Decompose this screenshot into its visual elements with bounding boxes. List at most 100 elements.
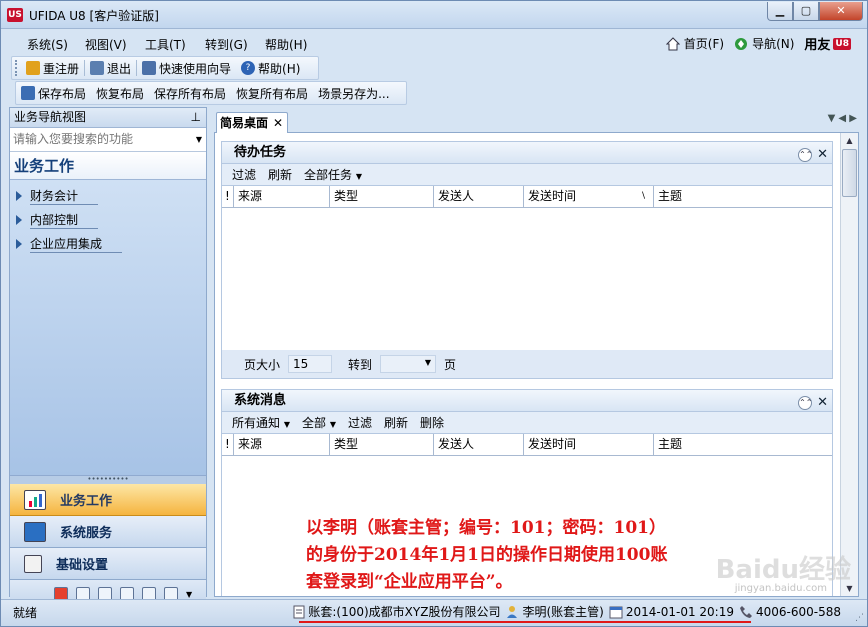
nav-business-work-button[interactable]: 业务工作 [10,484,206,516]
chart-icon [24,489,46,510]
save-scene-as-button[interactable]: 场景另存为... [313,82,394,104]
col-sender[interactable]: 发送人 [434,434,524,455]
expand-arrow-icon [16,191,22,201]
todo-panel: 待办任务 ⌃⌃ ✕ 过滤 刷新 全部任务 ▼ ! 来源 类型 发送人 发送时间 \… [221,141,833,379]
col-flag[interactable]: ! [222,434,234,455]
nav-item-label: 企业应用集成 [30,235,123,253]
nav-splitter[interactable]: •••••••••• [10,476,206,484]
collapse-icon[interactable]: ⌃⌃ [798,147,813,162]
close-icon[interactable]: ✕ [817,144,828,165]
all-dropdown[interactable]: 全部 ▼ [302,414,336,431]
todo-grid-body[interactable] [222,208,832,350]
close-icon[interactable]: ✕ [817,392,828,413]
watermark-url: jingyan.baidu.com [734,583,827,594]
title-bar[interactable]: US UFIDA U8 [客户验证版] ▁ ▢ ✕ [1,1,867,29]
todo-panel-toolbar: 过滤 刷新 全部任务 ▼ [222,164,832,186]
col-send-time[interactable]: 发送时间 \ [524,186,654,207]
brand-name: 用友 [804,38,831,53]
exit-label: 退出 [107,61,132,76]
gear-icon [24,554,42,573]
status-user: 李明(账套主管) [505,603,604,620]
all-notices-label: 所有通知 [232,416,281,430]
function-search-input[interactable] [13,132,183,146]
home-link[interactable]: 首页(F) [665,35,724,52]
exit-button[interactable]: 退出 [85,57,136,79]
msg-delete-button[interactable]: 删除 [420,414,444,431]
menu-goto[interactable]: 转到(G) [205,36,248,53]
nav-section-title: 业务工作 [10,152,206,180]
msg-refresh-button[interactable]: 刷新 [384,414,408,431]
nav-item-enterprise-integration[interactable]: 企业应用集成 [10,232,206,256]
nav-basic-settings-button[interactable]: 基础设置 [10,548,206,580]
help-button[interactable]: ? 帮助(H) [236,57,305,79]
navigate-link[interactable]: 导航(N) [734,35,794,52]
col-source[interactable]: 来源 [234,434,330,455]
col-sender[interactable]: 发送人 [434,186,524,207]
tab-scroll-arrows[interactable]: ▼ ◀ ▶ [828,113,857,124]
menu-system[interactable]: 系统(S) [27,36,68,53]
sort-icon: \ [641,191,645,201]
page-size-label: 页大小 [244,357,281,372]
goto-page-select[interactable]: ▼ [380,355,437,373]
nav-item-internal-control[interactable]: 内部控制 [10,208,206,232]
all-tasks-dropdown[interactable]: 全部任务 ▼ [304,166,362,183]
menu-tools[interactable]: 工具(T) [145,36,186,53]
tab-simple-desktop[interactable]: 简易桌面 ✕ [216,112,288,134]
calendar-icon [609,606,623,618]
col-subject[interactable]: 主题 [654,186,832,207]
menubar-right: 首页(F) 导航(N) 用友 U8 [665,34,851,53]
chevron-down-icon[interactable]: ▼ [196,128,202,151]
restore-layout-button[interactable]: 恢复布局 [91,82,149,104]
col-type[interactable]: 类型 [330,434,434,455]
navigate-icon [735,37,748,50]
exit-icon [90,61,105,75]
menu-view[interactable]: 视图(V) [85,36,127,53]
nav-item-finance[interactable]: 财务会计 [10,184,206,208]
resize-grip-icon[interactable]: ⋰ [855,613,864,623]
help-icon: ? [241,61,256,75]
relogin-label: 重注册 [43,61,80,76]
save-all-layout-button[interactable]: 保存所有布局 [149,82,231,104]
chevron-down-icon[interactable]: ▼ [186,590,192,599]
content-scrollbar[interactable]: ▲ ▼ [840,133,858,596]
col-type[interactable]: 类型 [330,186,434,207]
filter-button[interactable]: 过滤 [232,166,256,183]
maximize-button[interactable]: ▢ [793,2,819,21]
scroll-thumb[interactable] [842,149,857,197]
msg-panel-toolbar: 所有通知 ▼ 全部 ▼ 过滤 刷新 删除 [222,412,832,434]
relogin-button[interactable]: 重注册 [21,57,84,79]
nav-search: ▼ [10,128,206,152]
todo-panel-header: 待办任务 ⌃⌃ ✕ [222,142,832,164]
status-info: 账套:(100)成都市XYZ股份有限公司 李明(账套主管) 2014-01-01… [293,603,841,620]
save-layout-button[interactable]: 保存布局 [16,82,91,104]
status-date-text: 2014-01-01 20:19 [625,604,734,619]
close-button[interactable]: ✕ [819,2,863,21]
nav-header: 业务导航视图 ⊥ [10,108,206,128]
all-notices-dropdown[interactable]: 所有通知 ▼ [232,414,290,431]
menu-help[interactable]: 帮助(H) [265,36,307,53]
minimize-button[interactable]: ▁ [767,2,793,21]
status-phone: 4006-600-588 [739,605,841,619]
nav-system-service-button[interactable]: 系统服务 [10,516,206,548]
refresh-button[interactable]: 刷新 [268,166,292,183]
navigate-link-label: 导航(N) [752,37,795,51]
page-size-input[interactable]: 15 [288,355,333,373]
col-subject[interactable]: 主题 [654,434,832,455]
nav-basic-settings-label: 基础设置 [56,558,109,573]
expand-arrow-icon [16,239,22,249]
collapse-icon[interactable]: ⌃⌃ [798,395,813,410]
restore-all-layout-button[interactable]: 恢复所有布局 [231,82,313,104]
scroll-up-icon[interactable]: ▲ [841,133,858,149]
col-source[interactable]: 来源 [234,186,330,207]
chevron-down-icon: ▼ [283,420,290,429]
toolbar-grip[interactable] [15,60,19,76]
wizard-button[interactable]: 快速使用向导 [137,57,236,79]
close-icon[interactable]: ✕ [273,113,283,133]
col-send-time[interactable]: 发送时间 [524,434,654,455]
window-title: UFIDA U8 [客户验证版] [29,9,159,23]
col-flag[interactable]: ! [222,186,234,207]
pin-icon[interactable]: ⊥ [191,108,201,127]
msg-filter-button[interactable]: 过滤 [348,414,372,431]
annotation-line: 的身份于2014年1月1日的操作日期使用100账 [306,545,668,565]
nav-item-label: 财务会计 [30,187,99,205]
